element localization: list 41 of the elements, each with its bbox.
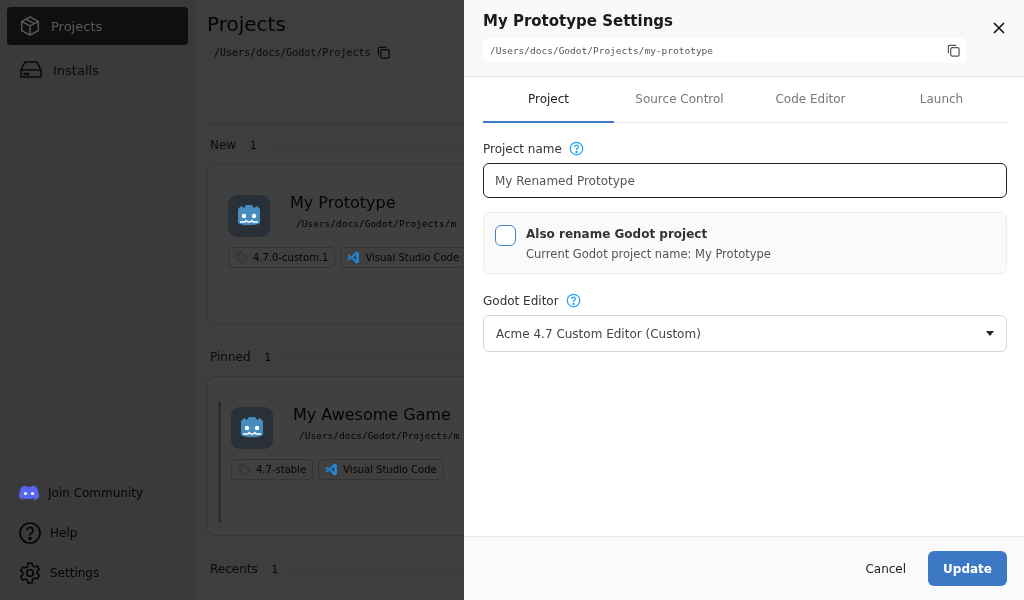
editor-dropdown[interactable]: Acme 4.7 Custom Editor (Custom) <box>483 315 1007 352</box>
editor-tag: Visual Studio Code <box>318 459 444 480</box>
version-tag: 4.7-stable <box>231 459 314 480</box>
project-name-field[interactable]: My Renamed Prototype <box>483 163 1007 198</box>
project-path: /Users/docs/Godot/Projects/m <box>299 430 460 441</box>
help-icon[interactable] <box>568 141 584 156</box>
sidebar-item[interactable]: Projects <box>7 7 188 45</box>
code-editor-icon <box>347 251 361 264</box>
cancel-button[interactable]: Cancel <box>861 553 911 584</box>
help-icon[interactable] <box>565 293 581 308</box>
project-path: /Users/docs/Godot/Projects/m <box>296 218 457 229</box>
robot-logo-icon <box>231 407 273 449</box>
section-count: 1 <box>264 351 271 363</box>
field-label: Project name <box>483 141 562 156</box>
drawer-title: My Prototype Settings <box>483 12 673 30</box>
version-tag: 4.7.0-custom.1 <box>228 247 336 268</box>
tab[interactable]: Source Control <box>614 77 745 123</box>
checkbox[interactable] <box>495 225 516 246</box>
field-label: Godot Editor <box>483 293 559 308</box>
section-count: 1 <box>250 139 257 151</box>
tab[interactable]: Code Editor <box>745 77 876 123</box>
path-field: /Users/docs/Godot/Projects/my-prototype <box>483 38 967 63</box>
tab[interactable]: Launch <box>876 77 1007 123</box>
code-editor-icon <box>325 463 339 476</box>
copy-icon[interactable] <box>947 44 960 57</box>
robot-logo-icon <box>228 195 270 237</box>
drive-icon <box>19 60 43 80</box>
close-icon <box>993 22 1005 34</box>
chat-icon <box>18 485 40 501</box>
help-icon <box>18 521 42 545</box>
project-name: My Awesome Game <box>293 405 452 424</box>
section-count: 1 <box>271 563 279 575</box>
checkbox-label: Also rename Godot project <box>526 227 709 241</box>
update-button[interactable]: Update <box>928 551 1007 586</box>
page-title: Projects <box>207 12 287 36</box>
option-description: Current Godot project name: My Prototype <box>526 247 771 261</box>
project-name: My Prototype <box>290 193 397 212</box>
caret-icon <box>986 331 994 336</box>
box-icon <box>19 15 41 37</box>
settings-icon <box>18 561 42 585</box>
tab[interactable]: Project <box>483 77 614 123</box>
